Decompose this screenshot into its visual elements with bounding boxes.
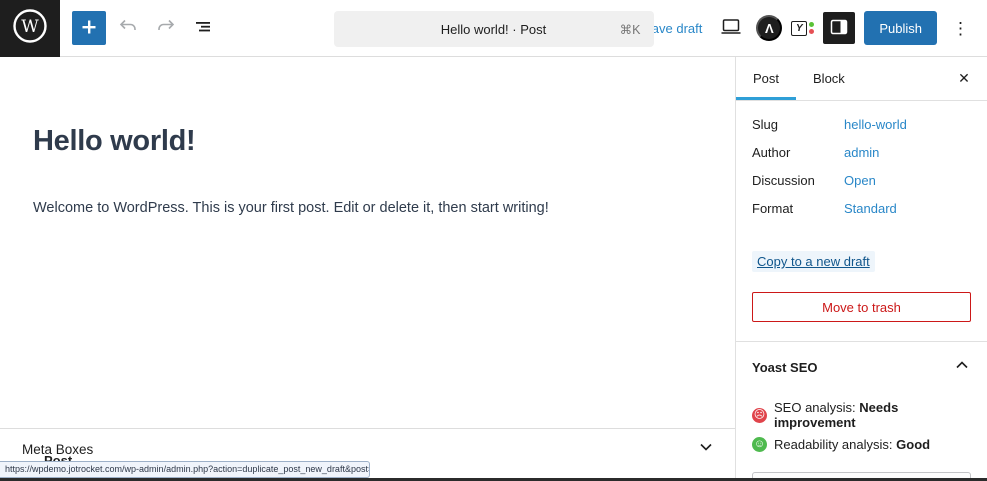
header-actions: Save draft Λ Y Publish ⋮ (639, 11, 987, 45)
list-view-icon (192, 15, 216, 42)
yoast-icon: Y (791, 20, 808, 36)
preview-button[interactable] (715, 12, 747, 44)
readability-analysis-text: Readability analysis: Good (774, 437, 930, 452)
author-label: Author (752, 145, 791, 160)
seo-analysis-row: ☹ SEO analysis: Needs improvement (752, 400, 971, 430)
format-label: Format (752, 201, 794, 216)
plugin-a-button[interactable]: Λ (756, 15, 783, 41)
settings-sidebar-toggle[interactable] (823, 12, 856, 44)
copy-to-new-draft-link[interactable]: Copy to a new draft (752, 251, 875, 272)
summary-row-discussion: Discussion Open (752, 173, 971, 188)
plus-icon (79, 17, 99, 40)
document-overview-button[interactable] (188, 12, 220, 44)
plugin-a-icon: Λ (765, 20, 774, 36)
seo-analysis-text: SEO analysis: Needs improvement (774, 400, 971, 430)
close-sidebar-button[interactable]: ✕ (949, 64, 979, 94)
move-to-trash-button[interactable]: Move to trash (752, 292, 971, 322)
readability-analysis-value: Good (896, 437, 931, 452)
yoast-seo-toolbar-button[interactable]: Y (791, 20, 815, 36)
seo-analysis-label: SEO analysis: (774, 400, 856, 415)
add-block-button[interactable] (72, 11, 106, 45)
browser-link-preview: https://wpdemo.jotrocket.com/wp-admin/ad… (0, 461, 370, 478)
readability-score-good-icon: ☺ (752, 437, 767, 452)
yoast-red-dot-icon (809, 29, 815, 34)
editor-top-toolbar: W Hello world! · Post ⌘K Save draft Λ Y … (0, 0, 987, 57)
author-value-link[interactable]: admin (844, 145, 879, 160)
copy-draft-row: Copy to a new draft (736, 251, 987, 272)
yoast-score-dots (809, 22, 815, 34)
post-title[interactable]: Hello world! (33, 125, 735, 158)
readability-analysis-label: Readability analysis: (774, 437, 893, 452)
readability-analysis-row: ☺ Readability analysis: Good (752, 437, 971, 452)
tab-block[interactable]: Block (796, 57, 862, 100)
slug-value-link[interactable]: hello-world (844, 117, 907, 132)
yoast-panel-header[interactable]: Yoast SEO (752, 356, 971, 379)
summary-row-slug: Slug hello-world (752, 117, 971, 132)
yoast-panel-title: Yoast SEO (752, 360, 818, 375)
sidebar-panel-icon (829, 17, 849, 40)
editor-canvas[interactable]: Hello world! Welcome to WordPress. This … (0, 57, 735, 481)
post-summary: Slug hello-world Author admin Discussion… (736, 101, 987, 237)
redo-button[interactable] (150, 12, 182, 44)
command-palette-shortcut: ⌘K (619, 22, 641, 37)
options-menu-button[interactable]: ⋮ (946, 16, 975, 41)
wordpress-logo-button[interactable]: W (0, 0, 60, 57)
laptop-preview-icon (719, 15, 743, 42)
discussion-label: Discussion (752, 173, 815, 188)
meta-boxes-toggle[interactable]: Meta Boxes (0, 428, 735, 461)
summary-row-format: Format Standard (752, 201, 971, 216)
yoast-green-dot-icon (809, 22, 815, 27)
svg-text:W: W (21, 17, 39, 37)
yoast-seo-panel: Yoast SEO ☹ SEO analysis: Needs improvem… (736, 341, 987, 481)
summary-row-author: Author admin (752, 145, 971, 160)
settings-sidebar: Post Block ✕ Slug hello-world Author adm… (735, 57, 987, 481)
chevron-up-icon (953, 356, 971, 379)
wordpress-block-editor: W Hello world! · Post ⌘K Save draft Λ Y … (0, 0, 987, 481)
undo-icon (116, 15, 140, 42)
post-paragraph[interactable]: Welcome to WordPress. This is your first… (33, 197, 702, 220)
format-value-link[interactable]: Standard (844, 201, 897, 216)
chevron-down-icon (697, 438, 715, 461)
tab-post[interactable]: Post (736, 57, 797, 100)
editor-content-row: Hello world! Welcome to WordPress. This … (0, 57, 987, 481)
trash-row: Move to trash (736, 292, 987, 322)
document-bar[interactable]: Hello world! · Post ⌘K (333, 11, 654, 47)
redo-icon (154, 15, 178, 42)
publish-button[interactable]: Publish (864, 11, 937, 45)
undo-button[interactable] (112, 12, 144, 44)
seo-score-bad-icon: ☹ (752, 407, 767, 423)
wordpress-logo-icon: W (11, 7, 49, 50)
yoast-analysis-list: ☹ SEO analysis: Needs improvement ☺ Read… (752, 400, 971, 452)
sidebar-tabs: Post Block ✕ (736, 57, 987, 101)
document-bar-title: Hello world! · Post (440, 21, 547, 37)
document-tools (60, 11, 220, 45)
slug-label: Slug (752, 117, 779, 132)
discussion-value-link[interactable]: Open (844, 173, 876, 188)
